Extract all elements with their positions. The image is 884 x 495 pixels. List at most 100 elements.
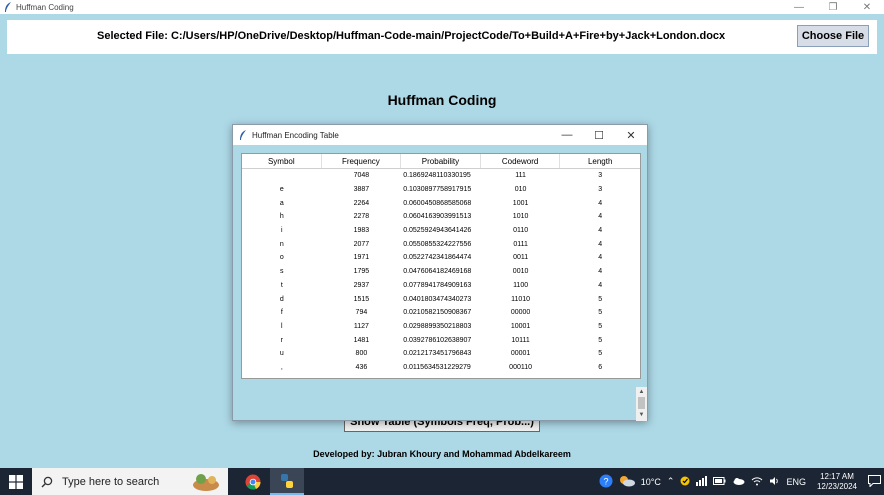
cell-length: 5	[598, 336, 603, 344]
table-row[interactable]: n 2077 0.0550855324227556 0111 4	[242, 237, 640, 251]
cell-length: 5	[598, 350, 603, 358]
table-row[interactable]: d 1515 0.0401803474340273 11010 5	[242, 292, 640, 306]
table-row[interactable]: o 1971 0.0522742341864474 0011 4	[242, 251, 640, 265]
column-header-symbol[interactable]: Symbol	[242, 154, 322, 168]
column-header-probability[interactable]: Probability	[401, 154, 481, 168]
table-row[interactable]: , 436 0.0115634531229279 000110 6	[242, 361, 640, 375]
cell-length: 4	[598, 268, 603, 276]
cell-probability: 0.1030897758917915	[403, 186, 472, 194]
taskbar: Type here to search ? 10°C ⌃ ENG 12:17 A…	[0, 468, 884, 495]
close-icon[interactable]: ✕	[850, 0, 884, 14]
cell-codeword: 010	[514, 186, 527, 194]
cell-probability: 0.0401803474340273	[403, 295, 472, 303]
table-row[interactable]: s 1795 0.0476064182469168 0010 4	[242, 265, 640, 279]
clock-time: 12:17 AM	[820, 471, 854, 481]
battery-icon[interactable]	[713, 476, 726, 487]
volume-icon[interactable]	[769, 476, 780, 488]
table-scrollbar[interactable]: ▲ ▼	[636, 387, 647, 421]
popup-title: Huffman Encoding Table	[252, 130, 339, 140]
cell-length: 4	[598, 213, 603, 221]
search-icon	[41, 476, 53, 487]
cell-length: 5	[598, 309, 603, 317]
cell-frequency: 794	[355, 309, 368, 317]
help-icon[interactable]: ?	[599, 474, 613, 490]
cell-symbol: u	[279, 350, 284, 358]
cell-codeword: 0110	[513, 227, 529, 235]
restore-icon[interactable]: ❐	[816, 0, 850, 14]
main-titlebar: Huffman Coding — ❐ ✕	[0, 0, 884, 14]
minimize-icon[interactable]: —	[782, 0, 816, 14]
cell-frequency: 3887	[353, 186, 370, 194]
cell-symbol: r	[280, 336, 283, 344]
cell-codeword: 00000	[510, 309, 531, 317]
scroll-up-icon[interactable]: ▲	[636, 387, 647, 396]
cell-probability: 0.0525924943641426	[403, 227, 472, 235]
column-header-length[interactable]: Length	[560, 154, 640, 168]
cell-codeword: 111	[515, 172, 526, 180]
column-header-codeword[interactable]: Codeword	[481, 154, 561, 168]
maximize-icon[interactable]: ☐	[583, 125, 615, 145]
cell-length: 4	[598, 227, 603, 235]
cell-codeword: 00001	[510, 350, 531, 358]
network-icon[interactable]	[696, 475, 708, 488]
table-row[interactable]: t 2937 0.0778941784909163 1100 4	[242, 279, 640, 293]
clock-date: 12/23/2024	[816, 481, 857, 491]
table-row[interactable]: u 800 0.0212173451796843 00001 5	[242, 347, 640, 361]
show-hidden-icons-icon[interactable]: ⌃	[667, 476, 675, 487]
table-row[interactable]: h 2278 0.0604163903991513 1010 4	[242, 210, 640, 224]
wifi-icon[interactable]	[751, 476, 763, 488]
cell-probability: 0.0392786102638907	[403, 336, 472, 344]
scroll-thumb[interactable]	[638, 397, 645, 409]
cell-frequency: 2278	[353, 213, 370, 221]
cell-frequency: 1127	[353, 322, 369, 330]
cell-length: 5	[598, 295, 603, 303]
weather-temperature[interactable]: 10°C	[641, 477, 661, 487]
developer-credits: Developed by: Jubran Khoury and Mohammad…	[313, 449, 571, 459]
clock[interactable]: 12:17 AM 12/23/2024	[817, 472, 857, 492]
cell-symbol: n	[279, 240, 284, 248]
chrome-icon[interactable]	[236, 468, 270, 495]
feather-icon	[3, 1, 13, 13]
cell-frequency: 1481	[353, 336, 370, 344]
cell-probability: 0.0115634531229279	[403, 363, 471, 371]
table-row[interactable]: l 1127 0.0298899350218803 10001 5	[242, 320, 640, 334]
windows-start-icon[interactable]	[0, 468, 32, 495]
scroll-down-icon[interactable]: ▼	[636, 410, 647, 419]
norton-icon[interactable]	[680, 476, 690, 488]
table-row[interactable]: r 1481 0.0392786102638907 10111 5	[242, 333, 640, 347]
onedrive-icon[interactable]	[732, 477, 745, 487]
feather-icon	[237, 128, 249, 142]
cell-symbol: s	[280, 268, 284, 276]
cell-frequency: 2937	[353, 281, 370, 289]
notifications-icon[interactable]	[868, 474, 881, 489]
cell-codeword: 0011	[513, 254, 529, 262]
cell-codeword: 0010	[512, 268, 529, 276]
cell-codeword: 11010	[511, 295, 531, 303]
weather-icon[interactable]	[619, 475, 635, 489]
svg-text:?: ?	[603, 476, 608, 486]
table-body: 7048 0.1869248110330195 111 3 e 3887 0.1030897…	[242, 169, 640, 374]
column-header-frequency[interactable]: Frequency	[322, 154, 402, 168]
python-app-icon[interactable]	[270, 468, 304, 495]
cell-length: 4	[598, 254, 603, 262]
popup-titlebar[interactable]: Huffman Encoding Table — ☐ ✕	[233, 125, 647, 145]
minimize-icon[interactable]: —	[551, 125, 583, 145]
close-icon[interactable]: ✕	[615, 125, 647, 145]
taskbar-search[interactable]: Type here to search	[32, 468, 228, 495]
cell-probability: 0.0600450868585068	[403, 199, 472, 207]
cell-frequency: 1795	[353, 268, 370, 276]
table-row[interactable]: 7048 0.1869248110330195 111 3	[242, 169, 640, 183]
table-row[interactable]: f 794 0.0210582150908367 00000 5	[242, 306, 640, 320]
table-row[interactable]: e 3887 0.1030897758917915 010 3	[242, 183, 640, 197]
file-bar: Selected File: C:/Users/HP/OneDrive/Desk…	[7, 20, 877, 54]
cell-codeword: 000110	[509, 363, 533, 371]
cell-codeword: 10001	[510, 322, 531, 330]
table-row[interactable]: i 1983 0.0525924943641426 0110 4	[242, 224, 640, 238]
cell-codeword: 0111	[513, 240, 528, 248]
table-row[interactable]: a 2264 0.0600450868585068 1001 4	[242, 196, 640, 210]
choose-file-button[interactable]: Choose File	[797, 25, 869, 47]
cell-symbol: t	[280, 281, 283, 289]
cell-frequency: 1983	[353, 227, 370, 235]
language-indicator[interactable]: ENG	[786, 477, 806, 487]
cell-symbol: a	[279, 199, 284, 207]
